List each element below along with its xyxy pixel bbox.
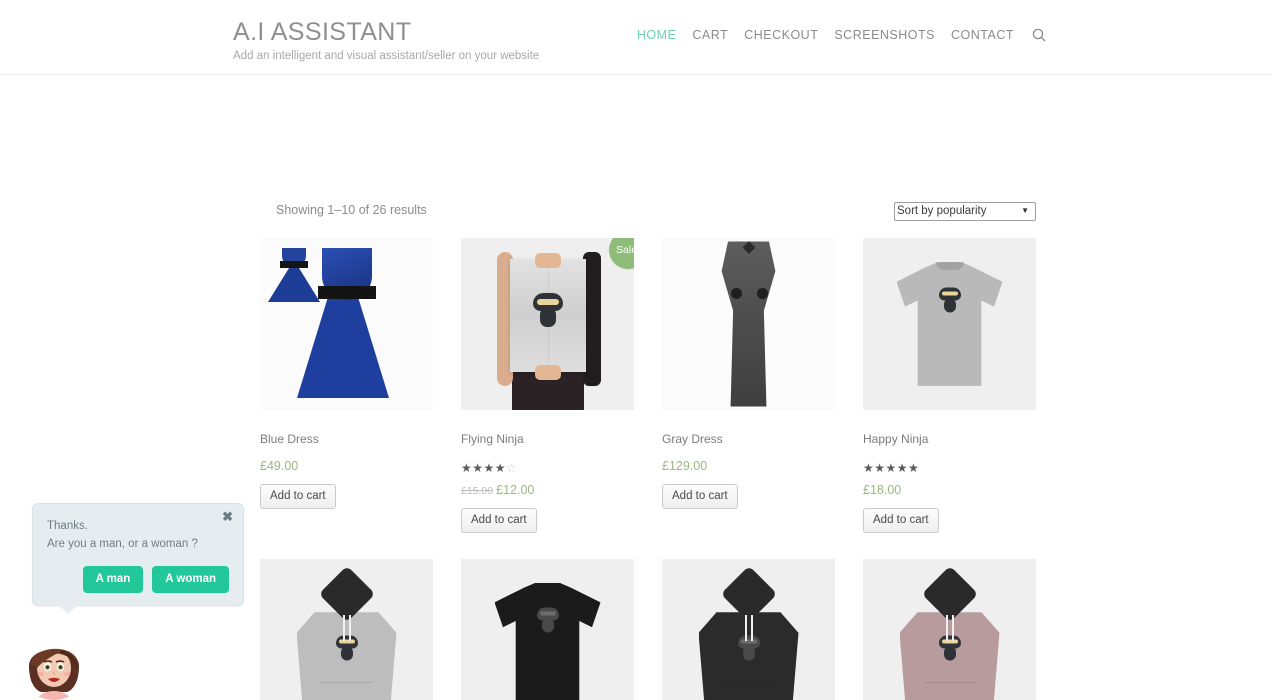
product-thumbnail[interactable] <box>662 238 835 410</box>
brand[interactable]: A.I ASSISTANT Add an intelligent and vis… <box>233 20 539 63</box>
product-thumbnail[interactable] <box>662 558 835 700</box>
brand-title: A.I ASSISTANT <box>233 18 412 46</box>
site-header: A.I ASSISTANT Add an intelligent and vis… <box>0 0 1272 75</box>
main-nav: HOME CART CHECKOUT SCREENSHOTS CONTACT <box>629 28 1046 42</box>
patient-ninja-hoodie-image <box>863 558 1036 700</box>
product-row: Happy Ninja ★★★☆☆ Ninja Silhouette ★★★★★ <box>260 558 1036 700</box>
product-thumbnail[interactable] <box>863 558 1036 700</box>
nav-item-checkout[interactable]: CHECKOUT <box>736 28 826 42</box>
chat-message-line-1: Thanks. <box>47 520 88 532</box>
product-title[interactable]: Flying Ninja <box>461 432 634 446</box>
sort-dropdown[interactable]: Sort by popularitySort by average rating… <box>894 201 1036 221</box>
product-card[interactable]: Blue Dress £49.00 Add to cart <box>260 238 433 533</box>
nav-item-screenshots[interactable]: SCREENSHOTS <box>826 28 943 42</box>
product-thumbnail[interactable] <box>863 238 1036 410</box>
product-card[interactable]: Ninja Silhouette ★★★★★ <box>461 558 634 700</box>
product-title[interactable]: Blue Dress <box>260 432 433 446</box>
product-price: £15.00 £12.00 <box>461 484 634 497</box>
product-thumbnail[interactable] <box>260 238 433 410</box>
product-card[interactable]: Happy Ninja ★★★★★ £18.00 Add to cart <box>863 238 1036 533</box>
product-card[interactable]: Sale! Flying Ninja ★★★ <box>461 238 634 533</box>
happy-ninja-hoodie-image <box>260 558 433 700</box>
brand-tagline: Add an intelligent and visual assistant/… <box>233 50 540 62</box>
flying-ninja-image <box>461 238 634 410</box>
sort-select[interactable]: Sort by popularitySort by average rating… <box>894 201 1036 221</box>
product-card[interactable]: Gray Dress £129.00 Add to cart <box>662 238 835 533</box>
product-price: £49.00 <box>260 459 299 474</box>
product-thumbnail[interactable] <box>461 558 634 700</box>
star-rating: ★★★★☆ <box>461 461 518 476</box>
chat-actions: A man A woman <box>47 565 229 594</box>
close-icon[interactable]: ✖ <box>222 510 233 523</box>
search-icon[interactable] <box>1032 28 1046 42</box>
product-title[interactable]: Happy Ninja <box>863 432 1036 446</box>
ninja-silhouette-tee-image <box>461 558 634 700</box>
a-man-button[interactable]: A man <box>82 565 144 594</box>
product-thumbnail[interactable]: Sale! <box>461 238 634 410</box>
nav-item-contact[interactable]: CONTACT <box>943 28 1022 42</box>
gray-dress-image <box>662 238 835 410</box>
assistant-chat-bubble: ✖ Thanks. Are you a man, or a woman ? A … <box>32 503 244 615</box>
product-title[interactable]: Gray Dress <box>662 432 835 446</box>
current-price: £12.00 <box>496 483 535 498</box>
happy-ninja-tee-image <box>863 238 1036 410</box>
product-card[interactable]: Patient Ninja ★★★★★ <box>863 558 1036 700</box>
product-card[interactable]: Ninja Silhouette ★★★★☆ <box>662 558 835 700</box>
product-card[interactable]: Happy Ninja ★★★☆☆ <box>260 558 433 700</box>
ninja-silhouette-hoodie-image <box>662 558 835 700</box>
old-price: £15.00 <box>461 485 494 498</box>
blue-dress-image <box>260 238 433 410</box>
a-woman-button[interactable]: A woman <box>152 565 229 594</box>
chat-message-line-2: Are you a man, or a woman ? <box>47 537 198 550</box>
product-row: Blue Dress £49.00 Add to cart Sale! <box>260 238 1036 533</box>
product-price: £18.00 <box>863 483 902 498</box>
add-to-cart-button[interactable]: Add to cart <box>662 483 738 509</box>
add-to-cart-button[interactable]: Add to cart <box>863 507 939 533</box>
add-to-cart-button[interactable]: Add to cart <box>260 483 336 509</box>
nav-item-cart[interactable]: CART <box>684 28 736 42</box>
assistant-avatar[interactable] <box>18 628 90 700</box>
product-grid: Blue Dress £49.00 Add to cart Sale! <box>260 238 1036 700</box>
result-count: Showing 1–10 of 26 results <box>276 203 427 217</box>
add-to-cart-button[interactable]: Add to cart <box>461 507 537 533</box>
product-thumbnail[interactable] <box>260 558 433 700</box>
product-price: £129.00 <box>662 459 708 474</box>
star-rating: ★★★★★ <box>863 461 920 476</box>
nav-item-home[interactable]: HOME <box>629 28 685 42</box>
